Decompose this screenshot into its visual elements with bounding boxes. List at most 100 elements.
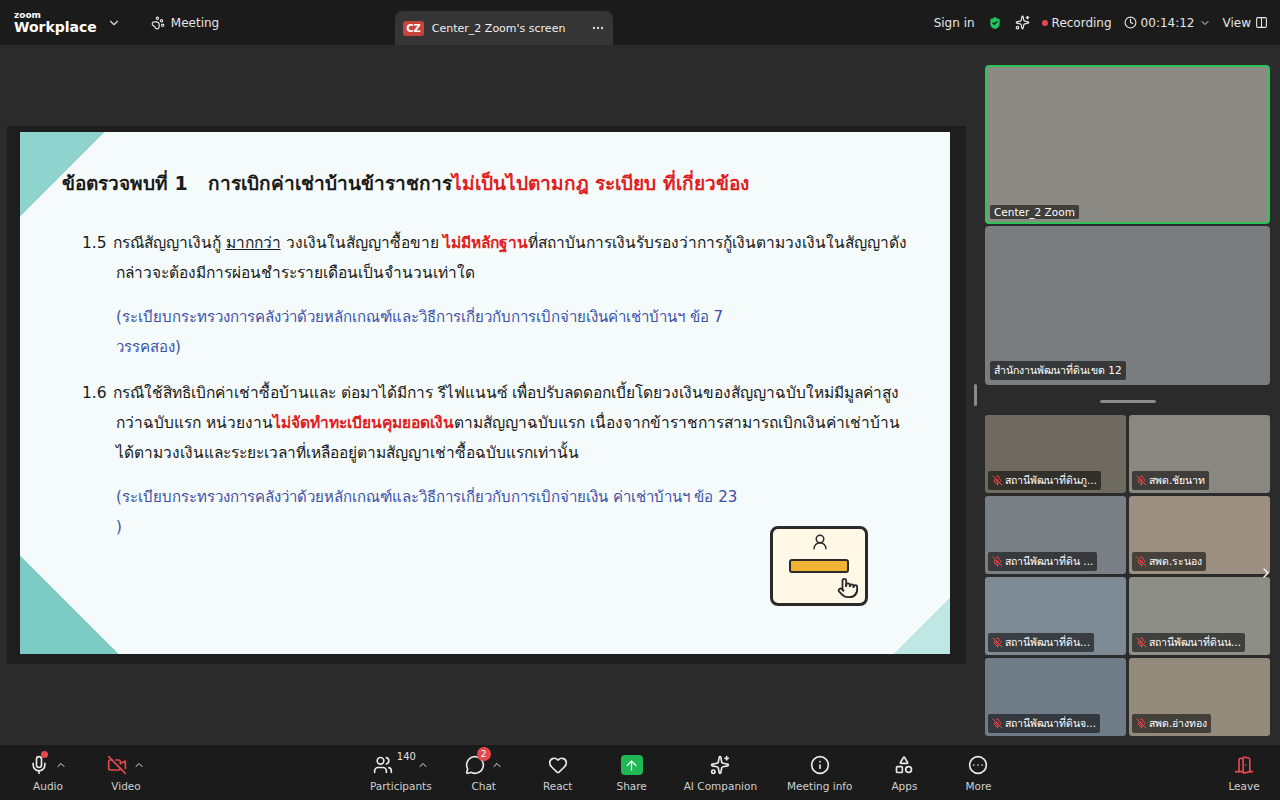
item-segment: วงเงินในสัญญาซื้อขาย xyxy=(281,234,444,252)
chevron-down-icon[interactable] xyxy=(107,16,121,30)
tool-icon-row xyxy=(107,753,145,777)
zoom-window: zoomWorkplace Meeting CZ Center_2 Zoom's sc… xyxy=(0,0,1280,800)
zoom-logo: zoomWorkplace xyxy=(14,11,97,34)
tool-label: Video xyxy=(111,780,140,792)
title-segment: ไม่เป็นไปตามกฎ ระเบียบ ที่เกี่ยวข้อง xyxy=(452,172,749,194)
heart-icon xyxy=(548,755,568,775)
meeting-toolbar: Audio Video 140Participants 2Chat React Share… xyxy=(0,745,1280,800)
share-tab[interactable]: CZ Center_2 Zoom's screen xyxy=(395,11,613,45)
resize-handle[interactable] xyxy=(985,387,1270,415)
tool-icon-row xyxy=(710,753,730,777)
participant-name: Center_2 Zoom xyxy=(990,205,1079,219)
video-panel: Center_2 Zoom สำนักงานพัฒนาที่ดินเขต 12 สถ… xyxy=(985,45,1270,745)
main-area: ข้อตรวจพบที่ 1 การเบิกค่าเช่าบ้านข้าราชก… xyxy=(0,45,1280,745)
tool-label: Leave xyxy=(1228,780,1259,792)
tab-more-icon[interactable] xyxy=(591,21,605,35)
speaker-tile[interactable]: สำนักงานพัฒนาที่ดินเขต 12 xyxy=(985,226,1270,385)
view-button[interactable]: View xyxy=(1223,16,1268,30)
next-page-icon[interactable] xyxy=(1258,565,1274,581)
participant-name: สพด.อ่างทอง xyxy=(1132,714,1211,733)
mic-off-icon xyxy=(992,475,1003,486)
apps-button[interactable]: Apps xyxy=(882,753,926,792)
participants-button[interactable]: 140Participants xyxy=(370,753,432,792)
participant-count: 140 xyxy=(397,751,416,762)
leave-icon xyxy=(1234,755,1254,775)
participant-name: สำนักงานพัฒนาที่ดินเขต 12 xyxy=(990,361,1126,380)
participant-name: สถานีพัฒนาที่ดิน... xyxy=(988,633,1094,652)
info-button[interactable]: Meeting info xyxy=(787,753,852,792)
leave-button[interactable]: Leave xyxy=(1222,753,1266,792)
shield-icon[interactable] xyxy=(987,15,1003,31)
slide: ข้อตรวจพบที่ 1 การเบิกค่าเช่าบ้านข้าราชก… xyxy=(20,132,950,654)
gallery-grid: สถานีพัฒนาที่ดินภู... สพด.ชัยนาทสถานีพัฒน… xyxy=(985,415,1270,736)
item-reference: (ระเบียบกระทรวงการคลังว่าด้วยหลักเกณฑ์แล… xyxy=(116,482,746,542)
gallery-tile[interactable]: สถานีพัฒนาที่ดินภู... xyxy=(985,415,1126,493)
monitor-click-icon xyxy=(770,526,868,606)
mic-off-icon xyxy=(1136,637,1147,648)
paw-icon xyxy=(151,16,165,30)
menu-chevron-icon[interactable] xyxy=(51,759,67,771)
sparkle-icon[interactable] xyxy=(1015,15,1030,30)
participant-name: สถานีพัฒนาที่ดินจ... xyxy=(988,714,1100,733)
speaker-tile[interactable]: Center_2 Zoom xyxy=(985,65,1270,224)
tool-label: Apps xyxy=(891,780,917,792)
tool-icon-row xyxy=(1234,753,1254,777)
more-button[interactable]: More xyxy=(956,753,1000,792)
microphone-icon xyxy=(29,755,49,775)
gallery-tile[interactable]: สพด.อ่างทอง xyxy=(1129,658,1270,736)
video-off-icon xyxy=(107,755,127,775)
gallery-tile[interactable]: สพด.ชัยนาท xyxy=(1129,415,1270,493)
meeting-tab[interactable]: Meeting xyxy=(151,16,219,30)
gallery-tile[interactable]: สถานีพัฒนาที่ดิน... xyxy=(985,577,1126,655)
tool-icon-row: 2 xyxy=(465,753,503,777)
tool-label: Audio xyxy=(33,780,63,792)
recording-dot xyxy=(1042,20,1048,26)
meeting-timer[interactable]: 00:14:12 xyxy=(1124,16,1211,30)
video-button[interactable]: Video xyxy=(104,753,148,792)
sign-in-link[interactable]: Sign in xyxy=(934,16,975,30)
recording-indicator[interactable]: Recording xyxy=(1042,16,1112,30)
top-bar: zoomWorkplace Meeting CZ Center_2 Zoom's sc… xyxy=(0,0,1280,45)
react-button[interactable]: React xyxy=(536,753,580,792)
tool-icon-row xyxy=(810,753,830,777)
mic-off-icon xyxy=(992,718,1003,729)
more-icon xyxy=(968,755,988,775)
info-icon xyxy=(810,755,830,775)
participant-name: สถานีพัฒนาที่ดิน ... xyxy=(988,552,1097,571)
menu-chevron-icon[interactable] xyxy=(487,759,503,771)
tool-label: AI Companion xyxy=(684,780,757,792)
participant-name: สถานีพัฒนาที่ดินน... xyxy=(1132,633,1245,652)
tab-badge: CZ xyxy=(403,21,424,36)
top-left: zoomWorkplace Meeting xyxy=(14,0,219,45)
mic-off-icon xyxy=(1136,718,1147,729)
mic-off-icon xyxy=(1136,475,1147,486)
chat-button[interactable]: 2Chat xyxy=(462,753,506,792)
apps-icon xyxy=(894,755,914,775)
tab-title: Center_2 Zoom's screen xyxy=(432,22,583,35)
tool-label: More xyxy=(965,780,991,792)
top-right: Sign in Recording 00:14:12 View xyxy=(934,0,1268,45)
unread-badge: 2 xyxy=(477,747,491,761)
share-icon xyxy=(621,755,643,775)
item-number: 1.6 xyxy=(82,384,107,402)
shared-screen: ข้อตรวจพบที่ 1 การเบิกค่าเช่าบ้านข้าราชก… xyxy=(7,126,966,664)
ai-button[interactable]: AI Companion xyxy=(684,753,757,792)
tool-icon-row xyxy=(548,753,568,777)
gallery-tile[interactable]: สถานีพัฒนาที่ดินจ... xyxy=(985,658,1126,736)
toolbar-right: Leave xyxy=(1222,753,1266,792)
tool-label: Meeting info xyxy=(787,780,852,792)
share-button[interactable]: Share xyxy=(610,753,654,792)
gallery-tile[interactable]: สถานีพัฒนาที่ดินน... xyxy=(1129,577,1270,655)
audio-button[interactable]: Audio xyxy=(26,753,70,792)
item-segment: ไม่จัดทำทะเบียนคุมยอดเงิน xyxy=(273,414,454,432)
tool-label: Share xyxy=(617,780,647,792)
toolbar-center: 140Participants 2Chat React Share AI Compani… xyxy=(370,753,1000,792)
gallery-tile[interactable]: สถานีพัฒนาที่ดิน ... xyxy=(985,496,1126,574)
participants-icon xyxy=(373,755,393,775)
participant-name: สพด.ชัยนาท xyxy=(1132,471,1209,490)
panel-splitter[interactable] xyxy=(966,45,985,745)
item-segment: มากกว่า xyxy=(226,234,281,252)
gallery-tile[interactable]: สพด.ระนอง xyxy=(1129,496,1270,574)
menu-chevron-icon[interactable] xyxy=(129,759,145,771)
tool-icon-row xyxy=(894,753,914,777)
